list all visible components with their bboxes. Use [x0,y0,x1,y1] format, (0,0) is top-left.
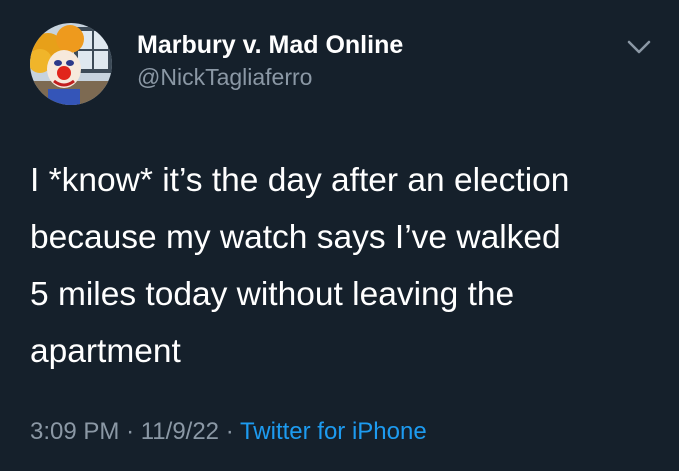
tweet-metadata: 3:09 PM · 11/9/22 · Twitter for iPhone [30,418,427,446]
tweet-text-line: because my watch says I’ve walked [30,219,561,256]
tweet-text: I *know* it’s the day after an election … [30,152,670,380]
tweet-text-line: apartment [30,333,181,370]
tweet-time[interactable]: 3:09 PM [30,418,119,445]
separator: · [126,418,135,445]
separator: · [225,418,234,445]
clown-avatar-icon [30,23,112,105]
tweet-date[interactable]: 11/9/22 [141,418,219,445]
author-handle[interactable]: @NickTagliaferro [137,64,312,91]
author-display-name[interactable]: Marbury v. Mad Online [137,31,403,60]
tweet-card: Marbury v. Mad Online @NickTagliaferro I… [0,0,679,471]
avatar[interactable] [30,23,112,105]
tweet-source-link[interactable]: Twitter for iPhone [240,418,427,445]
tweet-text-line: I *know* it’s the day after an election [30,162,570,199]
chevron-down-icon[interactable] [624,34,654,60]
tweet-text-line: 5 miles today without leaving the [30,276,515,313]
